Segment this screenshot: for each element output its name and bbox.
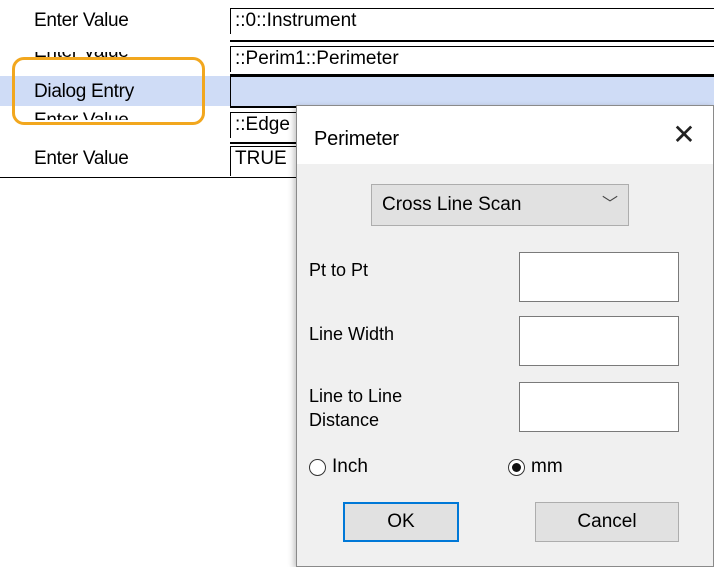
line-to-line-label-line2: Distance xyxy=(309,410,380,430)
grid-row-divider xyxy=(230,40,714,42)
mm-radio-label: mm xyxy=(531,456,563,477)
highlight-callout xyxy=(12,57,205,125)
perimeter-dialog: Perimeter ✕ Cross Line Scan ﹀ Pt to Pt L… xyxy=(296,105,714,567)
pt-to-pt-input[interactable] xyxy=(519,252,679,302)
line-to-line-label: Line to Line Distance xyxy=(309,384,402,432)
row-value-selected[interactable] xyxy=(230,76,714,106)
close-icon[interactable]: ✕ xyxy=(669,120,699,150)
line-to-line-label-line1: Line to Line xyxy=(309,386,403,406)
cancel-button[interactable]: Cancel xyxy=(535,502,679,542)
row-value[interactable]: ::Perim1::Perimeter xyxy=(230,46,714,72)
inch-radio-button[interactable] xyxy=(309,458,326,476)
row-label[interactable]: Enter Value xyxy=(34,8,129,34)
inch-radio-label: Inch xyxy=(332,456,368,477)
scan-mode-dropdown[interactable]: Cross Line Scan ﹀ xyxy=(371,184,629,226)
inch-radio[interactable]: Inch xyxy=(309,456,368,478)
mm-radio-button[interactable] xyxy=(508,458,525,476)
dialog-body: Cross Line Scan ﹀ Pt to Pt Line Width Li… xyxy=(297,164,713,566)
line-width-input[interactable] xyxy=(519,316,679,366)
row-label[interactable]: Enter Value xyxy=(34,146,129,172)
line-width-label: Line Width xyxy=(309,324,395,344)
row-value[interactable]: ::0::Instrument xyxy=(230,8,714,34)
grid-row-divider xyxy=(230,74,714,76)
grid-bottom-border xyxy=(0,177,300,178)
scan-mode-selected: Cross Line Scan xyxy=(382,194,522,215)
chevron-down-icon: ﹀ xyxy=(601,196,618,213)
ok-button[interactable]: OK xyxy=(343,502,459,542)
line-to-line-input[interactable] xyxy=(519,382,679,432)
dialog-title: Perimeter xyxy=(314,128,399,150)
mm-radio[interactable]: mm xyxy=(508,456,563,478)
pt-to-pt-label: Pt to Pt xyxy=(309,260,369,280)
